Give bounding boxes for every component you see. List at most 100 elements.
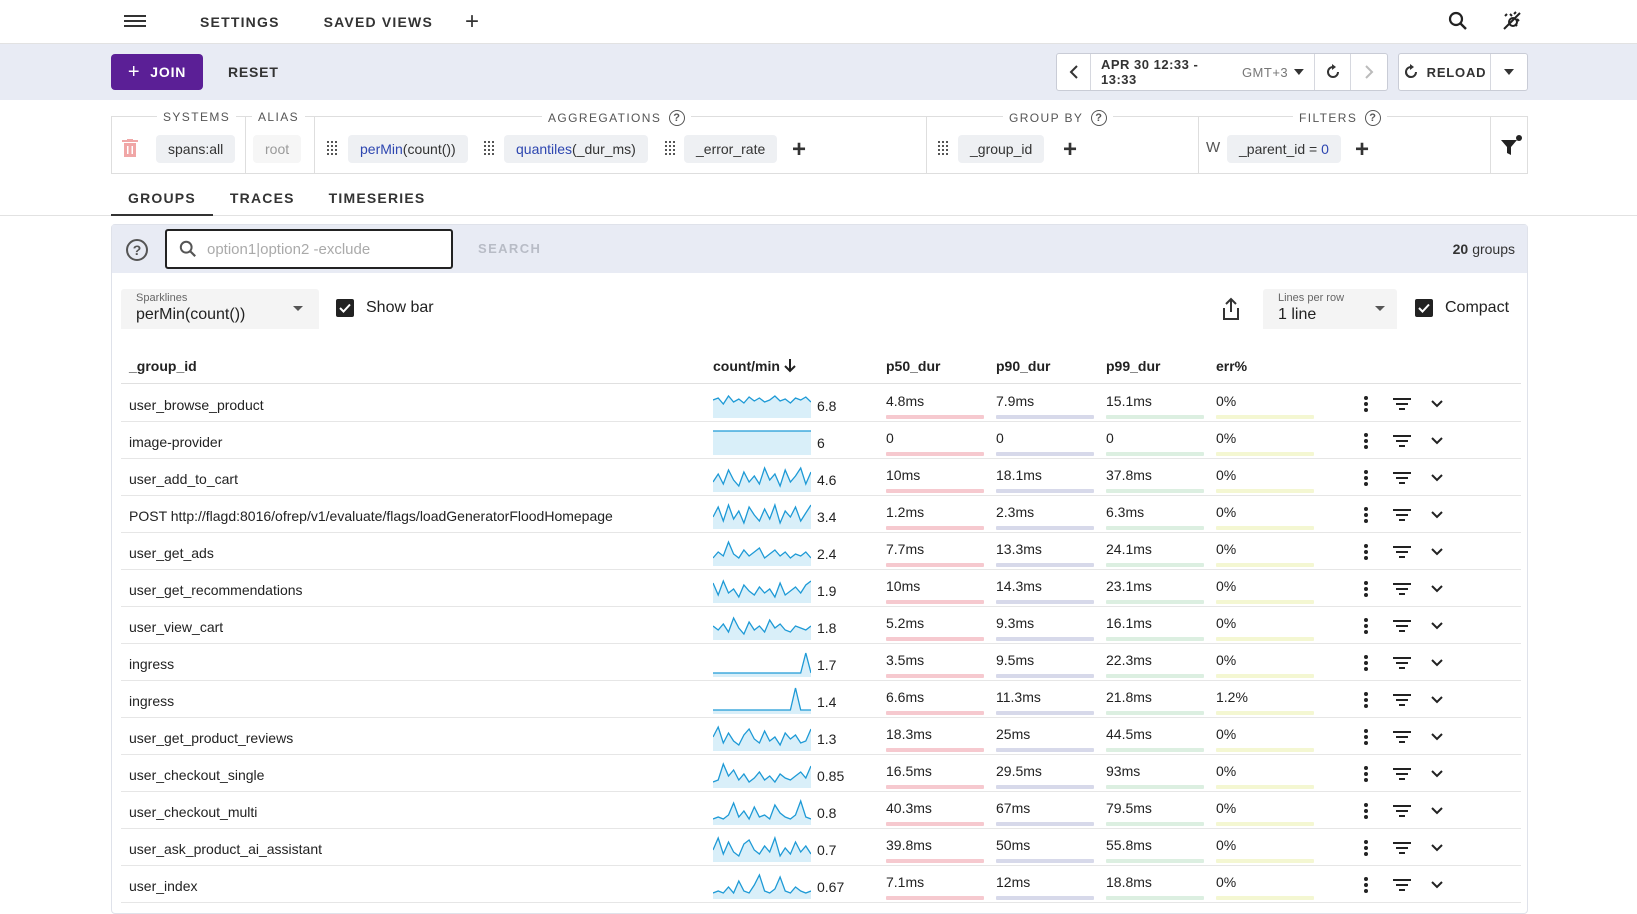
group-id-cell[interactable]: user_index	[129, 878, 198, 894]
column-header-err[interactable]: err%	[1216, 358, 1247, 374]
filter-lines-icon[interactable]	[1391, 393, 1413, 415]
filter-lines-icon[interactable]	[1391, 726, 1413, 748]
table-row[interactable]: ingress 1.7 3.5ms 9.5ms 22.3ms 0%	[121, 644, 1521, 681]
filter-lines-icon[interactable]	[1391, 504, 1413, 526]
filter-lines-icon[interactable]	[1391, 763, 1413, 785]
add-view-icon[interactable]: +	[465, 8, 479, 36]
export-icon[interactable]	[1221, 297, 1241, 321]
help-icon[interactable]: ?	[1365, 110, 1382, 126]
menu-icon[interactable]	[124, 12, 146, 32]
group-id-cell[interactable]: ingress	[129, 693, 174, 709]
filter-lines-icon[interactable]	[1391, 430, 1413, 452]
expand-row-icon[interactable]	[1426, 430, 1448, 452]
help-icon[interactable]: ?	[1091, 110, 1108, 126]
table-row[interactable]: image-provider 6 0 0 0 0%	[121, 422, 1521, 459]
reload-options-button[interactable]	[1491, 69, 1527, 75]
more-options-icon[interactable]	[1355, 689, 1377, 711]
search-input[interactable]	[207, 240, 437, 258]
table-row[interactable]: user_get_product_reviews 1.3 18.3ms 25ms…	[121, 718, 1521, 755]
nav-settings[interactable]: SETTINGS	[200, 14, 280, 30]
column-header-p90[interactable]: p90_dur	[996, 358, 1050, 374]
filter-chip[interactable]: _parent_id = 0	[1227, 135, 1341, 163]
time-prev-button[interactable]	[1057, 54, 1091, 90]
expand-row-icon[interactable]	[1426, 763, 1448, 785]
table-row[interactable]: user_get_recommendations 1.9 10ms 14.3ms…	[121, 570, 1521, 607]
filter-lines-icon[interactable]	[1391, 837, 1413, 859]
aggregation-chip-error-rate[interactable]: _error_rate	[684, 135, 778, 163]
search-icon[interactable]	[1445, 8, 1471, 34]
time-refresh-button[interactable]	[1315, 54, 1351, 90]
group-id-cell[interactable]: user_browse_product	[129, 397, 264, 413]
help-icon[interactable]: ?	[126, 239, 148, 261]
filter-lines-icon[interactable]	[1391, 800, 1413, 822]
more-options-icon[interactable]	[1355, 504, 1377, 526]
alias-chip[interactable]: root	[253, 135, 302, 163]
filter-lines-icon[interactable]	[1391, 578, 1413, 600]
reload-button[interactable]: RELOAD	[1399, 54, 1491, 90]
add-filter-icon[interactable]: +	[1355, 136, 1369, 164]
drag-handle-icon[interactable]	[664, 140, 676, 156]
more-options-icon[interactable]	[1355, 726, 1377, 748]
search-button[interactable]: SEARCH	[478, 241, 541, 256]
table-row[interactable]: ingress 1.4 6.6ms 11.3ms 21.8ms 1.2%	[121, 681, 1521, 718]
more-options-icon[interactable]	[1355, 800, 1377, 822]
table-row[interactable]: user_get_ads 2.4 7.7ms 13.3ms 24.1ms 0%	[121, 533, 1521, 570]
more-options-icon[interactable]	[1355, 652, 1377, 674]
system-chip[interactable]: spans:all	[156, 135, 236, 163]
theme-toggle-icon[interactable]	[1499, 8, 1525, 34]
group-id-cell[interactable]: user_get_ads	[129, 545, 214, 561]
more-options-icon[interactable]	[1355, 393, 1377, 415]
expand-row-icon[interactable]	[1426, 578, 1448, 600]
column-header-p50[interactable]: p50_dur	[886, 358, 940, 374]
group-id-cell[interactable]: POST http://flagd:8016/ofrep/v1/evaluate…	[129, 508, 613, 524]
expand-row-icon[interactable]	[1426, 800, 1448, 822]
trash-icon[interactable]	[122, 139, 138, 157]
group-id-cell[interactable]: user_checkout_single	[129, 767, 264, 783]
group-id-cell[interactable]: user_view_cart	[129, 619, 223, 635]
expand-row-icon[interactable]	[1426, 467, 1448, 489]
table-row[interactable]: user_ask_product_ai_assistant 0.7 39.8ms…	[121, 829, 1521, 866]
add-aggregation-icon[interactable]: +	[792, 136, 806, 164]
group-id-cell[interactable]: ingress	[129, 656, 174, 672]
expand-row-icon[interactable]	[1426, 689, 1448, 711]
aggregation-chip-quantiles[interactable]: quantiles (_dur_ms)	[504, 135, 648, 163]
drag-handle-icon[interactable]	[326, 140, 338, 156]
filter-lines-icon[interactable]	[1391, 652, 1413, 674]
table-row[interactable]: user_view_cart 1.8 5.2ms 9.3ms 16.1ms 0%	[121, 607, 1521, 644]
more-options-icon[interactable]	[1355, 763, 1377, 785]
expand-row-icon[interactable]	[1426, 652, 1448, 674]
table-row[interactable]: user_index 0.67 7.1ms 12ms 18.8ms 0%	[121, 866, 1521, 903]
help-icon[interactable]: ?	[669, 110, 686, 126]
table-row[interactable]: user_add_to_cart 4.6 10ms 18.1ms 37.8ms …	[121, 459, 1521, 496]
group-id-cell[interactable]: user_checkout_multi	[129, 804, 257, 820]
aggregation-chip-permin[interactable]: perMin (count())	[348, 135, 468, 163]
more-options-icon[interactable]	[1355, 837, 1377, 859]
group-id-cell[interactable]: user_get_product_reviews	[129, 730, 293, 746]
column-header-p99[interactable]: p99_dur	[1106, 358, 1160, 374]
expand-row-icon[interactable]	[1426, 504, 1448, 526]
group-id-cell[interactable]: user_ask_product_ai_assistant	[129, 841, 322, 857]
filter-lines-icon[interactable]	[1391, 541, 1413, 563]
table-row[interactable]: user_checkout_multi 0.8 40.3ms 67ms 79.5…	[121, 792, 1521, 829]
drag-handle-icon[interactable]	[483, 140, 495, 156]
tab-timeseries[interactable]: TIMESERIES	[312, 180, 443, 216]
filter-lines-icon[interactable]	[1391, 467, 1413, 489]
time-next-button[interactable]	[1351, 54, 1387, 90]
expand-row-icon[interactable]	[1426, 615, 1448, 637]
tab-groups[interactable]: GROUPS	[111, 180, 213, 216]
show-bar-checkbox[interactable]	[336, 299, 354, 317]
group-by-chip[interactable]: _group_id	[958, 135, 1045, 163]
expand-row-icon[interactable]	[1426, 874, 1448, 896]
lines-per-row-select[interactable]: Lines per row 1 line	[1263, 289, 1397, 329]
compact-checkbox[interactable]	[1415, 299, 1433, 317]
table-row[interactable]: user_checkout_single 0.85 16.5ms 29.5ms …	[121, 755, 1521, 792]
time-range-select[interactable]: APR 30 12:33 - 13:33 GMT+3	[1091, 54, 1315, 90]
more-options-icon[interactable]	[1355, 578, 1377, 600]
filter-lines-icon[interactable]	[1391, 874, 1413, 896]
table-row[interactable]: POST http://flagd:8016/ofrep/v1/evaluate…	[121, 496, 1521, 533]
filter-lines-icon[interactable]	[1391, 689, 1413, 711]
expand-row-icon[interactable]	[1426, 393, 1448, 415]
more-options-icon[interactable]	[1355, 615, 1377, 637]
add-group-by-icon[interactable]: +	[1063, 136, 1077, 164]
sparklines-select[interactable]: Sparklines perMin(count())	[121, 289, 319, 329]
